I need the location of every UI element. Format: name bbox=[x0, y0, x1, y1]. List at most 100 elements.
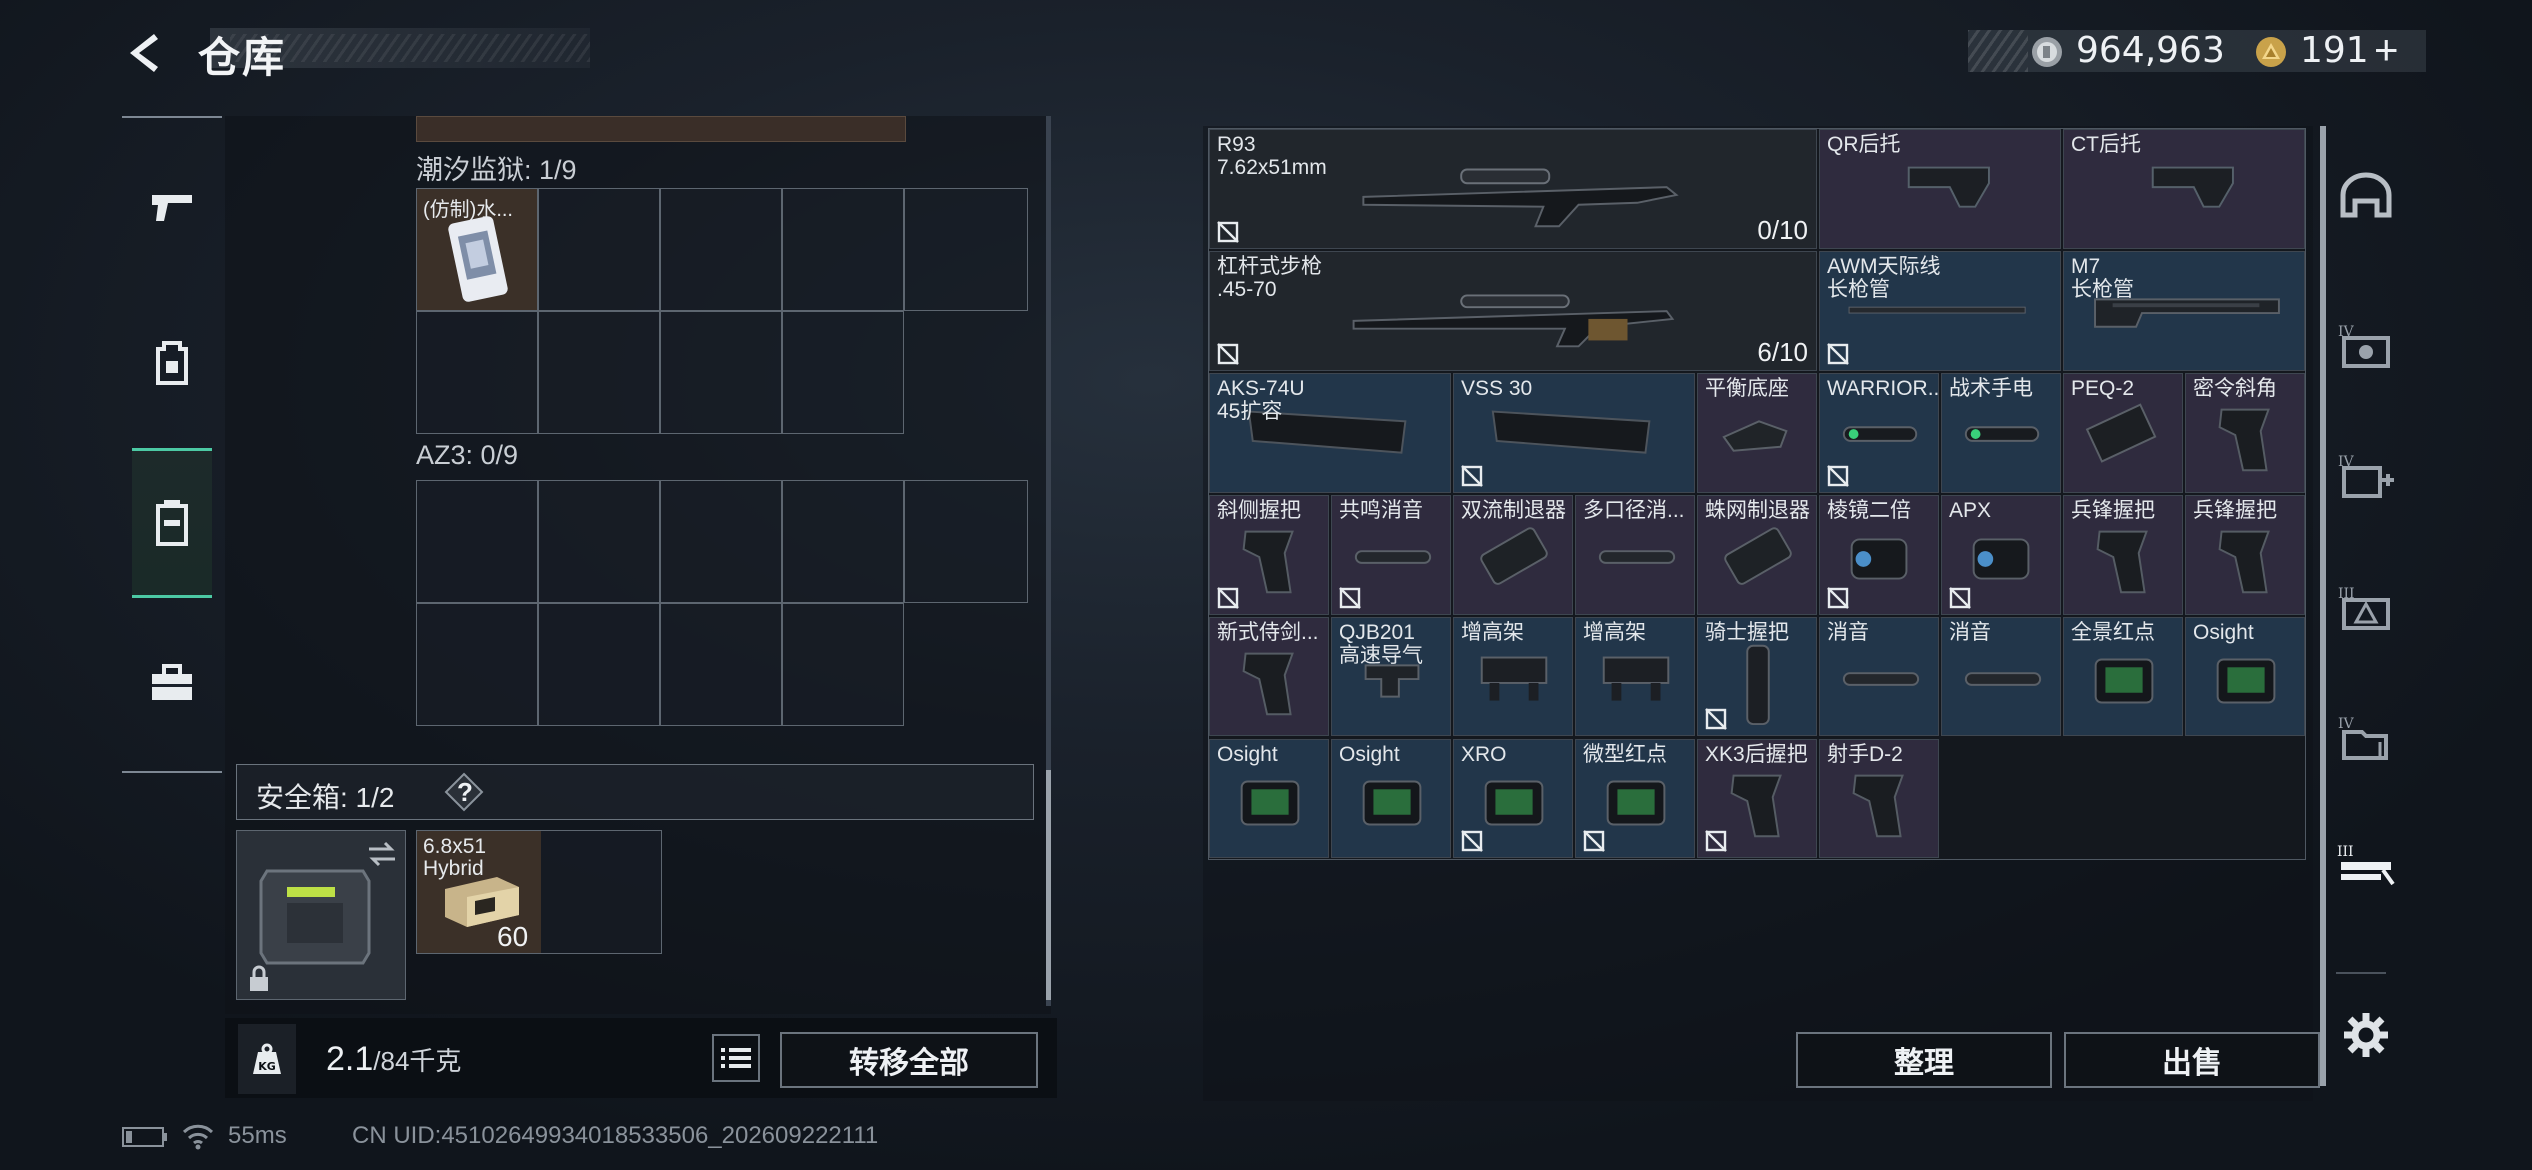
inventory-item[interactable]: 全景红点 bbox=[2063, 616, 2183, 737]
category-equipment-box[interactable]: III bbox=[2326, 572, 2406, 642]
inventory-item[interactable]: 射手D-2 bbox=[1819, 738, 1939, 859]
item-name: 平衡底座 bbox=[1705, 376, 1789, 400]
inventory-item[interactable]: VSS 30 bbox=[1453, 372, 1695, 493]
grid-cell[interactable] bbox=[538, 311, 660, 434]
inventory-item[interactable]: M7 长枪管 bbox=[2063, 250, 2305, 371]
inventory-item[interactable]: 棱镜二倍 bbox=[1819, 494, 1939, 615]
inventory-item[interactable]: APX bbox=[1941, 494, 2061, 615]
sidebar-item-weapons[interactable] bbox=[132, 152, 212, 262]
grid-cell[interactable] bbox=[782, 311, 904, 434]
inventory-item[interactable]: XRO bbox=[1453, 738, 1573, 859]
inventory-item[interactable]: Osight bbox=[2185, 616, 2305, 737]
item-name: 兵锋握把 bbox=[2193, 498, 2277, 522]
inventory-item[interactable]: 平衡底座 bbox=[1697, 372, 1817, 493]
settings-button[interactable] bbox=[2326, 1000, 2406, 1070]
grid-cell[interactable] bbox=[782, 188, 904, 311]
inventory-item[interactable]: QJB201 高速导气 bbox=[1331, 616, 1451, 737]
item-name: 多口径消... bbox=[1583, 498, 1685, 522]
water-card-icon bbox=[448, 216, 508, 302]
inventory-item[interactable]: PEQ-2 bbox=[2063, 372, 2183, 493]
grid-cell[interactable] bbox=[538, 603, 660, 726]
panel-scrollbar-thumb[interactable] bbox=[1046, 770, 1051, 1000]
item-name: 骑士握把 bbox=[1705, 620, 1789, 644]
inventory-item[interactable]: 兵锋握把 bbox=[2063, 494, 2183, 615]
sidebar-item-backpack[interactable] bbox=[132, 308, 212, 418]
grid-cell[interactable] bbox=[660, 311, 782, 434]
grid-cell[interactable] bbox=[782, 480, 904, 603]
grid-cell[interactable] bbox=[904, 188, 1028, 311]
inventory-item[interactable]: R93 7.62x51mm 0/10 bbox=[1209, 129, 1817, 249]
grid-cell-occupied[interactable]: (仿制)水... bbox=[416, 188, 538, 311]
inventory-item[interactable]: 增高架 bbox=[1575, 616, 1695, 737]
inventory-item[interactable]: 战术手电 bbox=[1941, 372, 2061, 493]
grid-cell[interactable] bbox=[538, 480, 660, 603]
lock-icon bbox=[250, 965, 268, 991]
section-grid-tidal-prison: (仿制)水... bbox=[416, 188, 1028, 434]
inventory-item[interactable]: 双流制退器 bbox=[1453, 494, 1573, 615]
inventory-item[interactable]: AWM天际线 长枪管 bbox=[1819, 250, 2061, 371]
inventory-item[interactable]: Osight bbox=[1209, 738, 1329, 859]
item-name: 斜侧握把 bbox=[1217, 498, 1301, 522]
list-view-button[interactable] bbox=[712, 1034, 760, 1082]
transfer-all-button[interactable]: 转移全部 bbox=[780, 1032, 1038, 1088]
inventory-item[interactable]: 兵锋握把 bbox=[2185, 494, 2305, 615]
grid-cell[interactable] bbox=[538, 188, 660, 311]
swap-icon[interactable] bbox=[365, 839, 399, 869]
inventory-item[interactable]: CT后托 bbox=[2063, 129, 2305, 249]
grid-cell[interactable] bbox=[416, 311, 538, 434]
no-loot-icon bbox=[1827, 586, 1849, 609]
grid-cell[interactable] bbox=[416, 480, 538, 603]
sell-button[interactable]: 出售 bbox=[2064, 1032, 2320, 1088]
item-base-icon bbox=[1722, 420, 1788, 452]
item-laser-icon bbox=[2085, 403, 2157, 463]
sidebar-item-storage[interactable] bbox=[132, 448, 212, 598]
category-medkit-box[interactable]: IV bbox=[2326, 440, 2406, 510]
item-name: 射手D-2 bbox=[1827, 742, 1903, 766]
inventory-item[interactable]: 蛛网制退器 bbox=[1697, 494, 1817, 615]
inventory-item[interactable]: Osight bbox=[1331, 738, 1451, 859]
inventory-item[interactable]: 微型红点 bbox=[1575, 738, 1695, 859]
grid-cell[interactable] bbox=[782, 603, 904, 726]
no-loot-icon bbox=[1217, 586, 1239, 609]
add-tokens-button[interactable]: + bbox=[2374, 26, 2399, 74]
sidebar-item-toolbox[interactable] bbox=[132, 628, 212, 738]
organize-button[interactable]: 整理 bbox=[1796, 1032, 2052, 1088]
no-loot-icon bbox=[1705, 830, 1727, 853]
safe-box-slot[interactable] bbox=[236, 830, 406, 1000]
ammo-slot[interactable]: 6.8x51 Hybrid 60 bbox=[416, 830, 662, 954]
inventory-item[interactable]: 新式侍剑... bbox=[1209, 616, 1329, 737]
inventory-item[interactable]: WARRIOR... bbox=[1819, 372, 1939, 493]
help-label: ? bbox=[457, 777, 473, 807]
grid-cell[interactable] bbox=[660, 188, 782, 311]
item-riser-icon bbox=[1480, 656, 1548, 701]
category-helmet[interactable] bbox=[2326, 160, 2406, 230]
inventory-item[interactable]: AKS-74U 45扩容 bbox=[1209, 372, 1451, 493]
coin-balance: 964,963 bbox=[2076, 30, 2225, 71]
inventory-item[interactable]: QR后托 bbox=[1819, 129, 2061, 249]
help-button[interactable]: ? bbox=[444, 772, 484, 812]
inventory-item[interactable]: XK3后握把 bbox=[1697, 738, 1817, 859]
inventory-item[interactable]: 消音 bbox=[1941, 616, 2061, 737]
grid-cell[interactable] bbox=[660, 603, 782, 726]
inventory-item[interactable]: 杠杆式步枪 .45-70 6/10 bbox=[1209, 250, 1817, 371]
inventory-item[interactable]: 多口径消... bbox=[1575, 494, 1695, 615]
inventory-item[interactable]: 消音 bbox=[1819, 616, 1939, 737]
item-name: APX bbox=[1949, 498, 1992, 522]
no-loot-icon bbox=[1217, 221, 1239, 243]
inventory-item[interactable]: 骑士握把 bbox=[1697, 616, 1817, 737]
category-armor-box[interactable]: IV bbox=[2326, 310, 2406, 380]
uid-readout: CN UID:45102649934018533506_202609222111 bbox=[352, 1122, 879, 1149]
category-container-box[interactable]: IV bbox=[2326, 702, 2406, 772]
inventory-item[interactable]: 共鸣消音 bbox=[1331, 494, 1451, 615]
item-name: 新式侍剑... bbox=[1217, 620, 1319, 644]
grid-cell[interactable] bbox=[660, 480, 782, 603]
grid-cell[interactable] bbox=[416, 603, 538, 726]
inventory-item[interactable]: 斜侧握把 bbox=[1209, 494, 1329, 615]
inventory-item[interactable]: 增高架 bbox=[1453, 616, 1573, 737]
grid-cell[interactable] bbox=[904, 480, 1028, 603]
inventory-grid: R93 7.62x51mm 0/10 QR后托 CT后托 杠杆式步枪 .45-70 6/10 A… bbox=[1208, 128, 2306, 860]
category-weapon-rack[interactable]: III bbox=[2326, 830, 2406, 900]
coin-icon bbox=[2030, 35, 2064, 69]
item-name: 蛛网制退器 bbox=[1705, 498, 1810, 522]
inventory-item[interactable]: 密令斜角 bbox=[2185, 372, 2305, 493]
